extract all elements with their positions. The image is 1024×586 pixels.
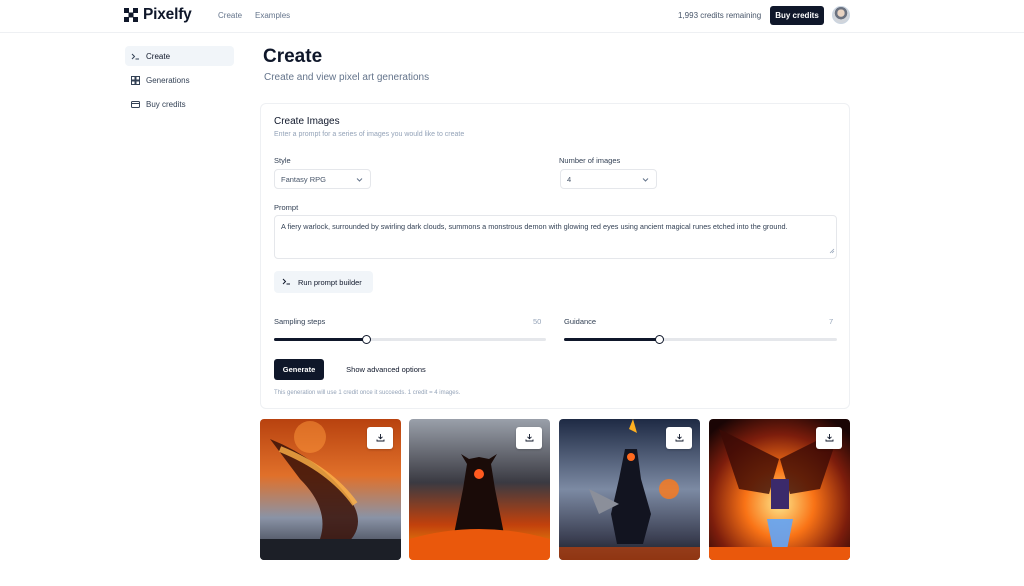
sidebar-item-label: Buy credits xyxy=(146,99,186,109)
chevron-down-icon xyxy=(642,176,649,185)
generated-image-3[interactable] xyxy=(559,419,700,560)
sampling-steps-label: Sampling steps xyxy=(274,317,326,326)
download-icon xyxy=(525,429,534,447)
prompt-builder-button[interactable]: Run prompt builder xyxy=(274,271,373,293)
prompt-builder-label: Run prompt builder xyxy=(298,277,362,287)
top-navbar: Pixelfy Create Examples 1,993 credits re… xyxy=(0,0,1024,33)
sidebar-item-generations[interactable]: Generations xyxy=(125,70,234,90)
download-button[interactable] xyxy=(516,427,542,449)
logo[interactable]: Pixelfy xyxy=(124,6,192,24)
download-icon xyxy=(675,429,684,447)
image-count-select[interactable]: 4 xyxy=(560,169,657,189)
user-avatar[interactable] xyxy=(832,6,850,24)
count-label: Number of images xyxy=(559,156,621,165)
download-button[interactable] xyxy=(367,427,393,449)
show-advanced-options-button[interactable]: Show advanced options xyxy=(334,359,438,380)
credits-remaining: 1,993 credits remaining xyxy=(678,11,762,20)
pixelfy-logo-icon xyxy=(124,8,138,22)
download-icon xyxy=(825,429,834,447)
generated-image-2[interactable] xyxy=(409,419,550,560)
slider-thumb[interactable] xyxy=(361,335,371,344)
generated-image-4[interactable] xyxy=(709,419,850,560)
image-count-value: 4 xyxy=(567,174,572,184)
terminal-icon xyxy=(131,52,140,61)
create-images-card: Create Images Enter a prompt for a serie… xyxy=(260,103,850,409)
resize-handle-icon[interactable] xyxy=(829,246,835,257)
app-name: Pixelfy xyxy=(143,6,192,23)
sampling-steps-slider[interactable] xyxy=(274,335,546,344)
guidance-slider[interactable] xyxy=(564,335,837,344)
slider-fill xyxy=(564,338,660,341)
nav-examples-link[interactable]: Examples xyxy=(255,11,290,20)
top-nav: Create Examples xyxy=(218,11,290,20)
sidebar-item-buy-credits[interactable]: Buy credits xyxy=(125,94,234,114)
card-title: Create Images xyxy=(274,116,340,127)
page-subtitle: Create and view pixel art generations xyxy=(264,72,430,83)
sampling-steps-value: 50 xyxy=(533,317,542,326)
credit-card-icon xyxy=(131,100,140,109)
guidance-value: 7 xyxy=(829,317,834,326)
guidance-label: Guidance xyxy=(564,317,597,326)
prompt-textarea[interactable]: A fiery warlock, surrounded by swirling … xyxy=(274,215,837,259)
style-label: Style xyxy=(274,156,291,165)
download-icon xyxy=(376,429,385,447)
download-button[interactable] xyxy=(666,427,692,449)
page-title: Create xyxy=(263,46,323,67)
sidebar-item-label: Generations xyxy=(146,75,190,85)
download-button[interactable] xyxy=(816,427,842,449)
terminal-icon xyxy=(282,277,291,288)
nav-create-link[interactable]: Create xyxy=(218,11,242,20)
style-select-value: Fantasy RPG xyxy=(281,174,327,184)
gallery-icon xyxy=(131,75,140,85)
generated-image-1[interactable] xyxy=(260,419,401,560)
prompt-text: A fiery warlock, surrounded by swirling … xyxy=(281,222,788,231)
sidebar-item-create[interactable]: Create xyxy=(125,46,234,66)
generate-button[interactable]: Generate xyxy=(274,359,324,380)
card-description: Enter a prompt for a series of images yo… xyxy=(274,131,465,138)
slider-thumb[interactable] xyxy=(655,335,665,344)
style-select[interactable]: Fantasy RPG xyxy=(274,169,371,189)
prompt-label: Prompt xyxy=(274,203,299,212)
slider-fill xyxy=(274,338,367,341)
sidebar-item-label: Create xyxy=(146,51,171,61)
buy-credits-button[interactable]: Buy credits xyxy=(770,6,824,25)
chevron-down-icon xyxy=(356,176,363,185)
credit-usage-note: This generation will use 1 credit once i… xyxy=(274,390,461,396)
